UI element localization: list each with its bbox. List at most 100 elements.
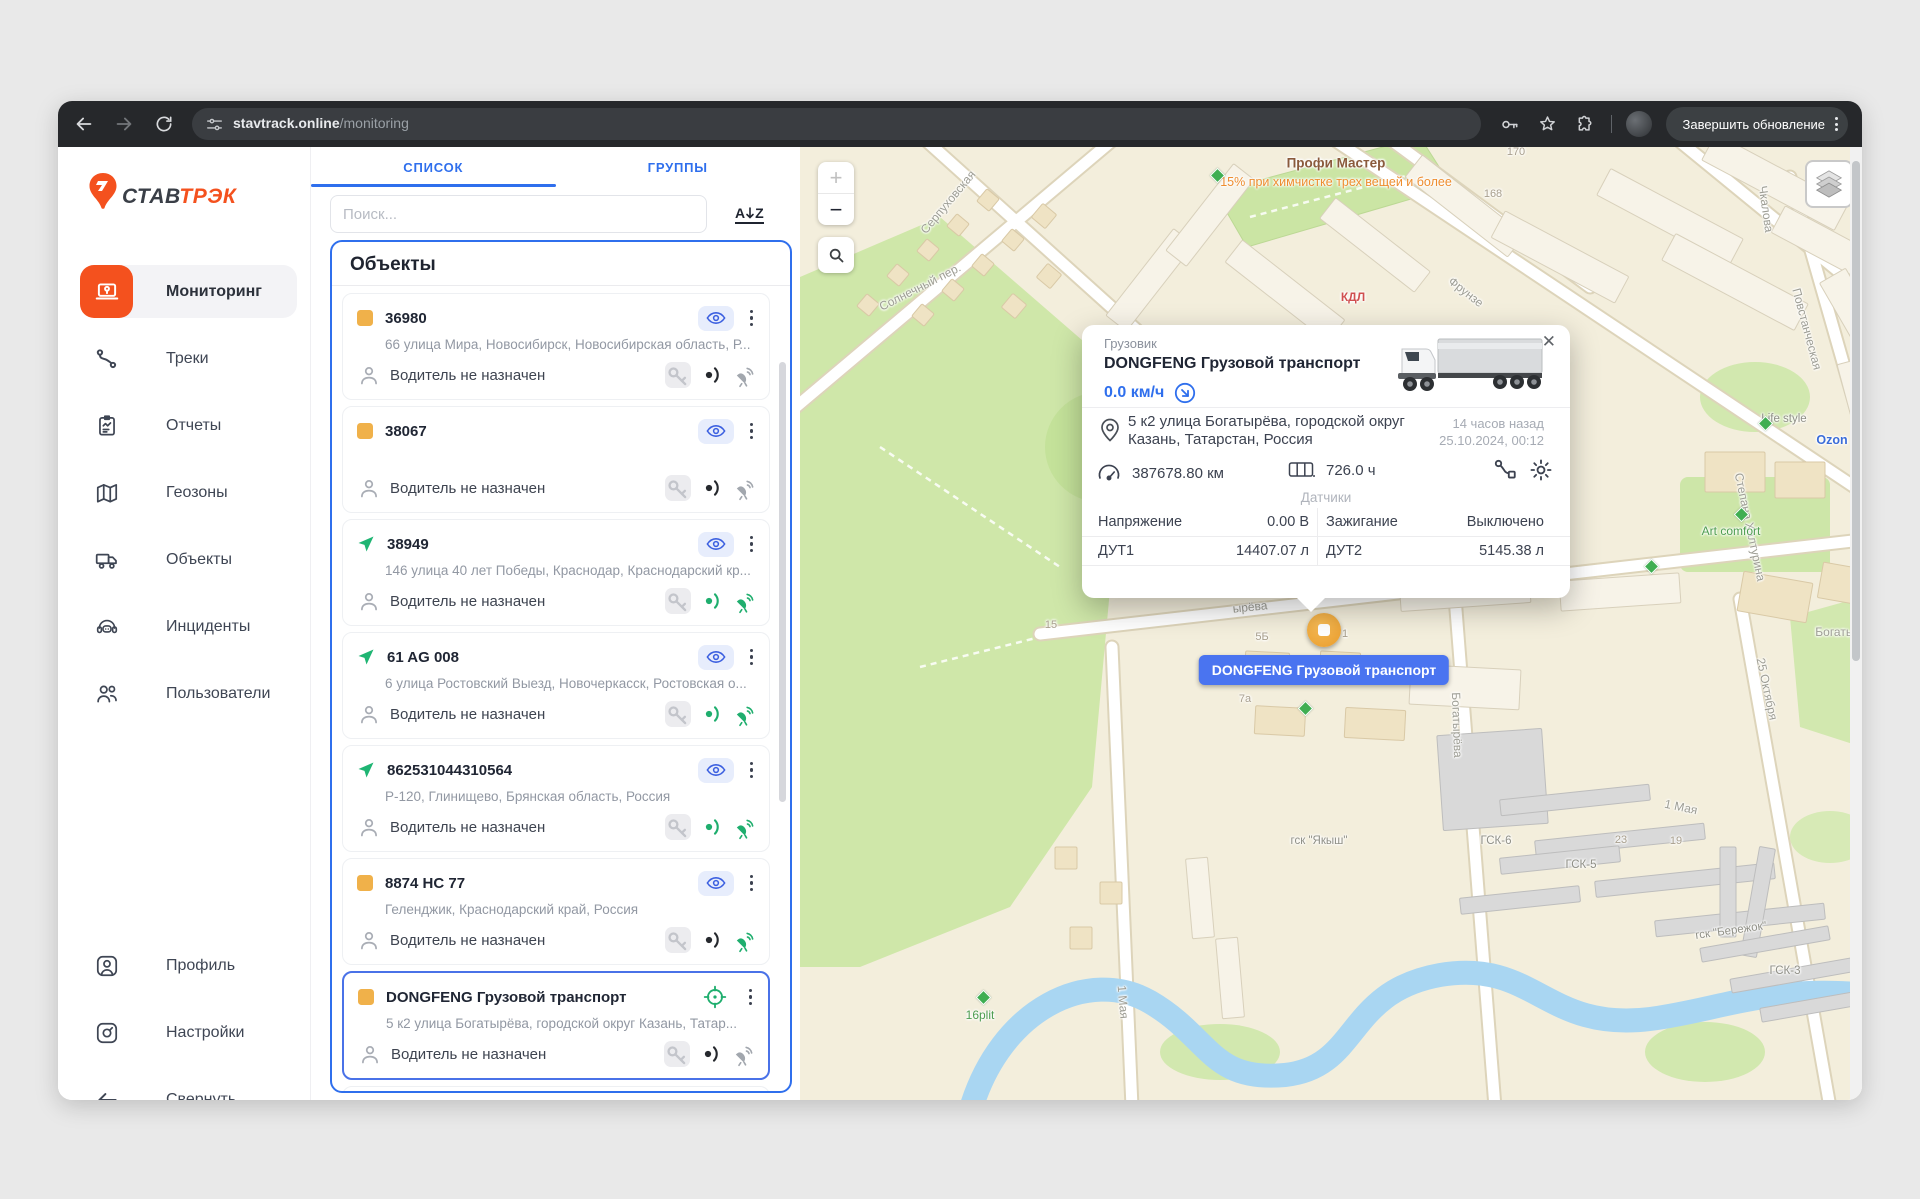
object-menu-button[interactable] — [746, 421, 758, 442]
satellite-icon — [733, 928, 757, 952]
sensor-value: Выключено — [1467, 514, 1544, 530]
visibility-eye-button[interactable] — [698, 758, 734, 783]
visibility-eye-button[interactable] — [698, 532, 734, 557]
object-card[interactable]: 38067 Водитель не назначен — [342, 406, 770, 513]
map-label: Богатырёва — [1449, 692, 1465, 758]
object-card[interactable]: 36980 66 улица Мира, Новосибирск, Новоси… — [342, 293, 770, 400]
back-arrow-icon[interactable] — [72, 112, 96, 136]
satellite-icon — [733, 476, 757, 500]
tune-icon[interactable] — [206, 116, 223, 133]
extensions-icon[interactable] — [1573, 112, 1597, 136]
locate-crosshair-button[interactable] — [697, 985, 733, 1010]
address-line1: 5 к2 улица Богатырёва, городской округ — [1128, 413, 1408, 431]
object-menu-button[interactable] — [746, 647, 758, 668]
map-label: ГСК-6 — [1481, 835, 1512, 847]
zoom-out-button[interactable]: − — [818, 193, 854, 225]
direction-icon — [1174, 382, 1196, 404]
object-menu-button[interactable] — [746, 308, 758, 329]
map-label: ГСК-5 — [1566, 859, 1597, 871]
map-canvas[interactable]: Профи Мастер15% при химчистке трех вещей… — [800, 147, 1862, 1100]
sidebar-item-tracks[interactable]: Треки — [80, 332, 297, 385]
sidebar-item-monitoring[interactable]: Мониторинг — [80, 265, 297, 318]
sidebar-item-collapse[interactable]: Свернуть — [80, 1073, 297, 1100]
sidebar-item-objects[interactable]: Объекты — [80, 533, 297, 586]
menu-dots-icon[interactable] — [1835, 117, 1838, 131]
sidebar-item-reports[interactable]: Отчеты — [80, 399, 297, 452]
map-search-button[interactable] — [818, 237, 854, 273]
settings-gear-icon[interactable] — [1528, 457, 1554, 483]
zoom-in-button[interactable]: + — [818, 162, 854, 193]
timestamp: 25.10.2024, 00:12 — [1439, 432, 1544, 449]
finish-update-button[interactable]: Завершить обновление — [1666, 107, 1848, 141]
object-menu-button[interactable] — [746, 873, 758, 894]
sidebar-item-profile[interactable]: Профиль — [80, 939, 297, 992]
sensors-config-icon[interactable] — [1492, 457, 1518, 483]
popup-last-update: 14 часов назад 25.10.2024, 00:12 — [1439, 415, 1544, 449]
search-input[interactable] — [330, 195, 707, 233]
connection-status-icon — [700, 702, 724, 726]
ignition-key-icon — [665, 362, 691, 388]
status-square-icon — [357, 310, 373, 326]
sidebar-item-geozones[interactable]: Геозоны — [80, 466, 297, 519]
object-card[interactable]: DONGFENG Грузовой траснспорт 71 улица Пе… — [342, 1086, 770, 1093]
sidebar-item-label: Отчеты — [166, 417, 221, 435]
map-label: гск "Якыш" — [1291, 835, 1348, 847]
reload-icon[interactable] — [152, 112, 176, 136]
visibility-eye-button[interactable] — [698, 871, 734, 896]
object-menu-button[interactable] — [745, 987, 757, 1008]
connection-status-icon — [699, 1042, 723, 1066]
object-name: 38067 — [385, 423, 686, 440]
sidebar-item-label: Мониторинг — [166, 283, 262, 301]
object-card[interactable]: DONGFENG Грузовой транспорт 5 к2 улица Б… — [342, 971, 770, 1080]
popup-divider — [1082, 407, 1570, 408]
moving-arrow-icon — [357, 535, 375, 553]
vehicle-marker[interactable] — [1307, 613, 1341, 647]
sort-az-button[interactable]: A Z — [735, 205, 764, 224]
sensor-label: ДУТ2 — [1326, 543, 1479, 559]
sidebar-item-label: Треки — [166, 350, 209, 368]
page-scrollbar-thumb[interactable] — [1852, 161, 1860, 661]
forward-arrow-icon[interactable] — [112, 112, 136, 136]
sidebar-item-settings[interactable]: Настройки — [80, 1006, 297, 1059]
object-menu-button[interactable] — [746, 534, 758, 555]
visibility-eye-button[interactable] — [698, 419, 734, 444]
star-icon[interactable] — [1535, 112, 1559, 136]
tab-groups[interactable]: ГРУППЫ — [556, 147, 801, 187]
finish-update-label: Завершить обновление — [1682, 117, 1825, 132]
speed-value: 0.0 км/ч — [1104, 384, 1164, 402]
object-address — [385, 450, 757, 467]
sensor-value: 14407.07 л — [1236, 543, 1309, 559]
page-content: СТАВТРЭК Мониторинг Треки Отчеты Геозоны… — [58, 147, 1862, 1100]
objects-icon — [80, 533, 133, 586]
key-icon[interactable] — [1497, 112, 1521, 136]
status-square-icon — [357, 423, 373, 439]
sidebar-item-users[interactable]: Пользователи — [80, 667, 297, 720]
visibility-eye-button[interactable] — [698, 306, 734, 331]
logo-text: СТАВТРЭК — [122, 186, 236, 211]
tab-list[interactable]: СПИСОК — [311, 147, 556, 187]
logo-pin-icon — [86, 171, 120, 211]
object-card[interactable]: 38949 146 улица 40 лет Победы, Краснодар… — [342, 519, 770, 626]
map-layers-button[interactable] — [1805, 160, 1853, 208]
sidebar-item-label: Геозоны — [166, 484, 228, 502]
sidebar-nav: Мониторинг Треки Отчеты Геозоны Объекты … — [58, 265, 310, 734]
page-scrollbar[interactable] — [1850, 147, 1862, 1100]
search-row: A Z — [330, 195, 781, 233]
vehicle-popup: Грузовик DONGFENG Грузовой транспорт 0.0… — [1082, 325, 1570, 598]
object-menu-button[interactable] — [746, 760, 758, 781]
profile-avatar[interactable] — [1626, 111, 1652, 137]
url-bar[interactable]: stavtrack.online/monitoring — [192, 108, 1481, 140]
map-label: ГСК-3 — [1770, 965, 1801, 977]
object-card[interactable]: 862531044310564 Р-120, Глинищево, Брянск… — [342, 745, 770, 852]
app-logo: СТАВТРЭК — [86, 171, 236, 211]
sensors-table: Напряжение0.00 В ЗажиганиеВыключено ДУТ1… — [1082, 508, 1570, 566]
object-card[interactable]: 61 AG 008 6 улица Ростовский Выезд, Ново… — [342, 632, 770, 739]
driver-icon — [357, 589, 381, 613]
url-path: /monitoring — [340, 115, 409, 131]
map-label: 1 Мая — [1115, 985, 1132, 1019]
sidebar-item-incidents[interactable]: Инциденты — [80, 600, 297, 653]
visibility-eye-button[interactable] — [698, 645, 734, 670]
object-card[interactable]: 8874 НС 77 Геленджик, Краснодарский край… — [342, 858, 770, 965]
list-scrollbar[interactable] — [779, 362, 786, 802]
url-text: stavtrack.online/monitoring — [233, 115, 409, 133]
